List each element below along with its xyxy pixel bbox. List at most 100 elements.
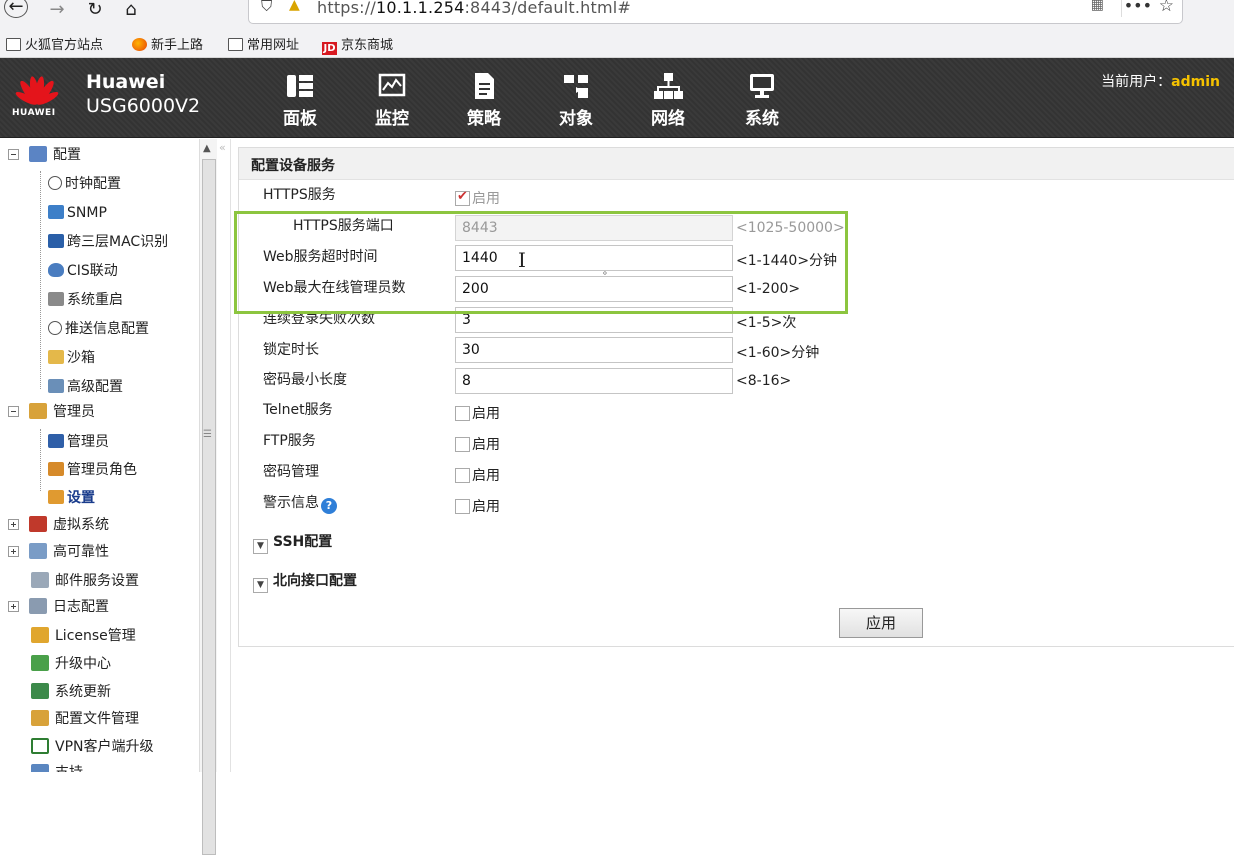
collapse-icon[interactable] bbox=[8, 406, 19, 417]
tree-item-clock[interactable]: 时钟配置 bbox=[48, 172, 121, 196]
menu-system[interactable]: 系统 bbox=[732, 70, 792, 129]
checkbox[interactable] bbox=[455, 406, 470, 421]
tree-item-admin-roles[interactable]: 管理员角色 bbox=[48, 458, 137, 482]
scroll-up-icon[interactable]: ▲ bbox=[203, 143, 211, 154]
menu-object[interactable]: 对象 bbox=[546, 70, 606, 129]
tree-item-vpn-client[interactable]: VPN客户端升级 bbox=[31, 735, 154, 759]
timeout-input[interactable] bbox=[455, 245, 733, 271]
tree-item-ha[interactable]: 高可靠性 bbox=[8, 540, 109, 564]
upgrade-icon bbox=[31, 655, 49, 671]
warning-enable-checkbox[interactable]: 启用 bbox=[455, 496, 500, 516]
tree-item-snmp[interactable]: SNMP bbox=[48, 201, 107, 225]
menu-policy[interactable]: 策略 bbox=[454, 70, 514, 129]
app-header: HUAWEI Huawei USG6000V2 面板 监控 策略 对象 网络 系… bbox=[0, 58, 1234, 138]
menu-dashboard[interactable]: 面板 bbox=[270, 70, 330, 129]
snmp-icon bbox=[48, 205, 64, 219]
ftp-enable-checkbox[interactable]: 启用 bbox=[455, 434, 500, 454]
arrow-right-icon: → bbox=[49, 0, 65, 20]
more-icon[interactable]: ••• bbox=[1124, 0, 1152, 15]
vpn-icon bbox=[31, 738, 49, 754]
triangle-down-icon[interactable]: ▼ bbox=[253, 539, 268, 554]
tree-item-advanced[interactable]: 高级配置 bbox=[48, 375, 123, 399]
tree-item-mac[interactable]: 跨三层MAC识别 bbox=[48, 230, 168, 254]
triangle-down-icon[interactable]: ▼ bbox=[253, 578, 268, 593]
lock-duration-input[interactable] bbox=[455, 337, 733, 363]
bookmark-jd[interactable]: JD 京东商城 bbox=[322, 34, 393, 55]
apply-button[interactable]: 应用 bbox=[839, 608, 923, 638]
menu-monitor[interactable]: 监控 bbox=[362, 70, 422, 129]
telnet-enable-checkbox[interactable]: 启用 bbox=[455, 403, 500, 423]
qr-code-icon[interactable]: ▦ bbox=[1091, 0, 1104, 13]
back-button[interactable]: ← bbox=[4, 0, 28, 18]
tree-item-mail[interactable]: 邮件服务设置 bbox=[31, 569, 139, 593]
https-port-range: <1025-50000> bbox=[736, 220, 845, 236]
scrollbar-thumb[interactable] bbox=[202, 159, 216, 855]
checkbox[interactable] bbox=[455, 189, 470, 206]
device-service-panel: 配置设备服务 HTTPS服务 启用 HTTPS服务端口 <1025-50000>… bbox=[238, 147, 1234, 647]
max-admin-range: <1-200> bbox=[736, 281, 801, 297]
tree-item-config-files[interactable]: 配置文件管理 bbox=[31, 707, 139, 731]
star-icon[interactable]: ☆ bbox=[1159, 0, 1174, 16]
dashboard-icon bbox=[287, 75, 313, 97]
ssh-section-toggle[interactable]: ▼ SSH配置 bbox=[253, 531, 332, 554]
checkbox[interactable] bbox=[455, 468, 470, 483]
ha-icon bbox=[29, 543, 47, 559]
bookmark-getting-started[interactable]: 新手上路 bbox=[132, 34, 203, 53]
pwd-min-label: 密码最小长度 bbox=[263, 372, 347, 388]
tree-group-config[interactable]: 配置 bbox=[8, 143, 81, 167]
bookmark-common-sites[interactable]: 常用网址 bbox=[228, 34, 299, 53]
pwd-mgmt-enable-checkbox[interactable]: 启用 bbox=[455, 465, 500, 485]
home-button[interactable]: ⌂ bbox=[118, 0, 144, 22]
tree-item-support[interactable]: 支持 bbox=[31, 761, 83, 772]
tree-group-admin[interactable]: 管理员 bbox=[8, 400, 95, 424]
login-fail-range: <1-5>次 bbox=[736, 315, 797, 331]
tree-item-sys-update[interactable]: 系统更新 bbox=[31, 680, 111, 704]
ftp-label: FTP服务 bbox=[263, 433, 316, 449]
login-fail-label: 连续登录失败次数 bbox=[263, 311, 375, 327]
expand-icon[interactable] bbox=[8, 601, 19, 612]
admin-icon bbox=[29, 403, 47, 419]
menu-network[interactable]: 网络 bbox=[638, 70, 698, 129]
collapse-icon[interactable] bbox=[8, 149, 19, 160]
https-port-input[interactable] bbox=[455, 215, 733, 241]
tree-item-upgrade[interactable]: 升级中心 bbox=[31, 652, 111, 676]
northbound-section-toggle[interactable]: ▼ 北向接口配置 bbox=[253, 570, 357, 593]
tree-item-reboot[interactable]: 系统重启 bbox=[48, 288, 123, 312]
tree-item-push[interactable]: 推送信息配置 bbox=[48, 317, 149, 341]
settings-icon bbox=[48, 490, 64, 504]
timeout-range: <1-1440>分钟 bbox=[736, 253, 838, 269]
panel-header: 配置设备服务 bbox=[239, 148, 1234, 180]
tree-item-admins[interactable]: 管理员 bbox=[48, 430, 109, 454]
max-admin-input[interactable] bbox=[455, 276, 733, 302]
lock-duration-range: <1-60>分钟 bbox=[736, 345, 820, 361]
tree-item-cis[interactable]: CIS联动 bbox=[48, 259, 118, 283]
bookmark-firefox-site[interactable]: 火狐官方站点 bbox=[6, 34, 103, 53]
checkbox[interactable] bbox=[455, 499, 470, 514]
reload-button[interactable]: ↻ bbox=[82, 0, 108, 22]
tree-item-license[interactable]: License管理 bbox=[31, 624, 136, 648]
max-admin-label: Web最大在线管理员数 bbox=[263, 280, 406, 296]
https-enable-checkbox[interactable]: 启用 bbox=[455, 188, 500, 208]
address-bar[interactable]: ⛉ ▲ https://10.1.1.254:8443/default.html… bbox=[248, 0, 1183, 24]
checkbox[interactable] bbox=[455, 437, 470, 452]
expand-icon[interactable] bbox=[8, 519, 19, 530]
advanced-icon bbox=[48, 379, 64, 393]
https-service-label: HTTPS服务 bbox=[263, 187, 336, 203]
clock-icon bbox=[48, 176, 62, 190]
pwd-min-input[interactable] bbox=[455, 368, 733, 394]
tree-item-sandbox[interactable]: 沙箱 bbox=[48, 346, 95, 370]
huawei-logo-icon bbox=[15, 76, 59, 105]
help-icon[interactable]: ? bbox=[321, 498, 337, 514]
tree-item-settings[interactable]: 设置 bbox=[48, 486, 95, 510]
cis-icon bbox=[48, 263, 64, 277]
sidebar-collapse[interactable]: « bbox=[217, 139, 231, 772]
login-fail-input[interactable] bbox=[455, 307, 733, 333]
forward-button[interactable]: → bbox=[44, 0, 70, 22]
tree-item-log[interactable]: 日志配置 bbox=[8, 595, 109, 619]
pwd-min-range: <8-16> bbox=[736, 373, 792, 389]
lock-duration-label: 锁定时长 bbox=[263, 342, 319, 358]
expand-icon[interactable] bbox=[8, 546, 19, 557]
double-chevron-left-icon[interactable]: « bbox=[219, 141, 226, 154]
sidebar-scrollbar[interactable]: ▲ ☰ bbox=[199, 139, 217, 855]
tree-item-vsys[interactable]: 虚拟系统 bbox=[8, 513, 109, 537]
